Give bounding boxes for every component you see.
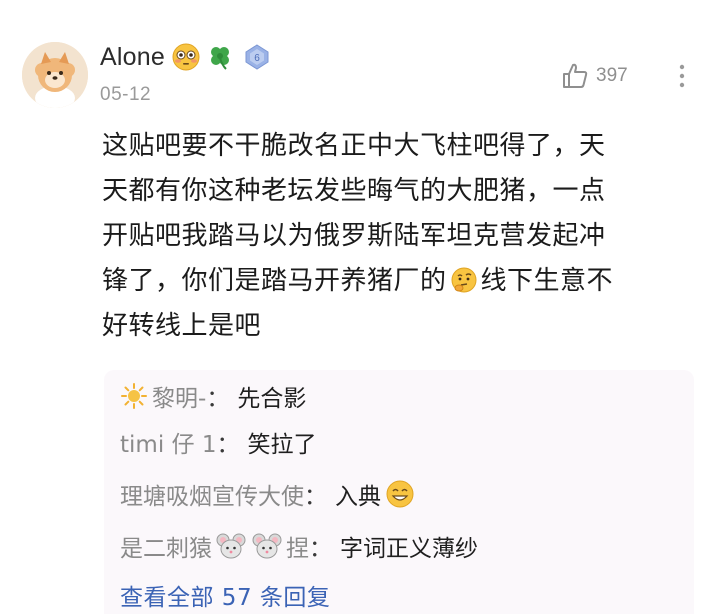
post-line-5: 好转线上是吧 — [102, 311, 262, 341]
post-line-1: 这贴吧要不干脆改名正中大飞柱吧得了，天 — [102, 131, 606, 161]
like-count: 397 — [596, 65, 628, 86]
post-line-4-text-a: 锋了，你们是踏马开养猪厂的 — [102, 266, 447, 296]
post-line-4: 锋了，你们是踏马开养猪厂的 线下生意不 — [102, 259, 702, 304]
reply-item-3[interactable]: 理塘吸烟宣传大使 ： 入典 — [120, 474, 419, 514]
replies-box: 黎明- ： 先合影 timi 仔 1 ： 笑拉了 理塘吸烟宣传大使 ： 入典 是… — [104, 370, 694, 614]
reply-3-author[interactable]: 理塘吸烟宣传大使 — [120, 477, 304, 511]
author-row: Alone 6 — [100, 40, 271, 74]
vertical-dots-icon — [679, 64, 685, 88]
more-options-button[interactable] — [672, 60, 692, 92]
post-line-4-text-b: 线下生意不 — [480, 266, 614, 296]
reply-item-1[interactable]: 黎明- ： 先合影 — [120, 376, 306, 416]
grinning-face-emoji-icon — [385, 479, 415, 509]
view-all-replies-link[interactable]: 查看全部 57 条回复 — [120, 576, 330, 614]
reply-4-author-suffix[interactable]: 捏 — [286, 529, 309, 563]
user-avatar[interactable] — [22, 42, 88, 108]
four-leaf-clover-icon — [205, 42, 235, 72]
reply-4-author-prefix[interactable]: 是二刺猿 — [120, 529, 212, 563]
reply-item-4[interactable]: 是二刺猿 捏 ： 字词正义薄纱 — [120, 526, 478, 566]
reply-2-separator: ： — [216, 432, 240, 458]
sun-icon — [120, 382, 148, 410]
post-content: 这贴吧要不干脆改名正中大飞柱吧得了，天 天都有你这种老坛发些晦气的大肥猪，一点 … — [102, 124, 702, 349]
mouse-face-emoji-icon-2 — [252, 531, 282, 561]
reply-item-2[interactable]: timi 仔 1 ： 笑拉了 — [120, 422, 316, 462]
like-button[interactable]: 397 — [560, 60, 628, 92]
reply-1-text: 先合影 — [237, 386, 307, 412]
post-line-2: 天都有你这种老坛发些晦气的大肥猪，一点 — [102, 176, 606, 206]
reply-2-text: 笑拉了 — [247, 432, 317, 458]
post-page: Alone 6 05-12 397 这贴吧要不干脆改名正中大飞柱吧得了，天 天都… — [0, 0, 720, 614]
post-line-3: 开贴吧我踏马以为俄罗斯陆军坦克营发起冲 — [102, 221, 606, 251]
flushed-face-emoji-icon — [171, 42, 201, 72]
reply-4-separator: ： — [309, 536, 332, 562]
reply-3-text: 入典 — [335, 484, 381, 510]
reply-2-author[interactable]: timi 仔 1 — [120, 425, 216, 459]
mouse-face-emoji-icon — [216, 531, 246, 561]
post-date: 05-12 — [100, 84, 152, 105]
reply-4-text: 字词正义薄纱 — [340, 536, 478, 562]
author-name[interactable]: Alone — [100, 43, 165, 72]
reply-1-separator: ： — [206, 386, 230, 412]
level-badge-text: 6 — [254, 53, 260, 64]
reply-1-author[interactable]: 黎明- — [152, 379, 206, 413]
thinking-face-emoji-icon — [450, 264, 478, 293]
reply-3-separator: ： — [304, 484, 327, 510]
level-badge-icon: 6 — [243, 43, 271, 71]
thumbs-up-icon — [560, 61, 590, 91]
